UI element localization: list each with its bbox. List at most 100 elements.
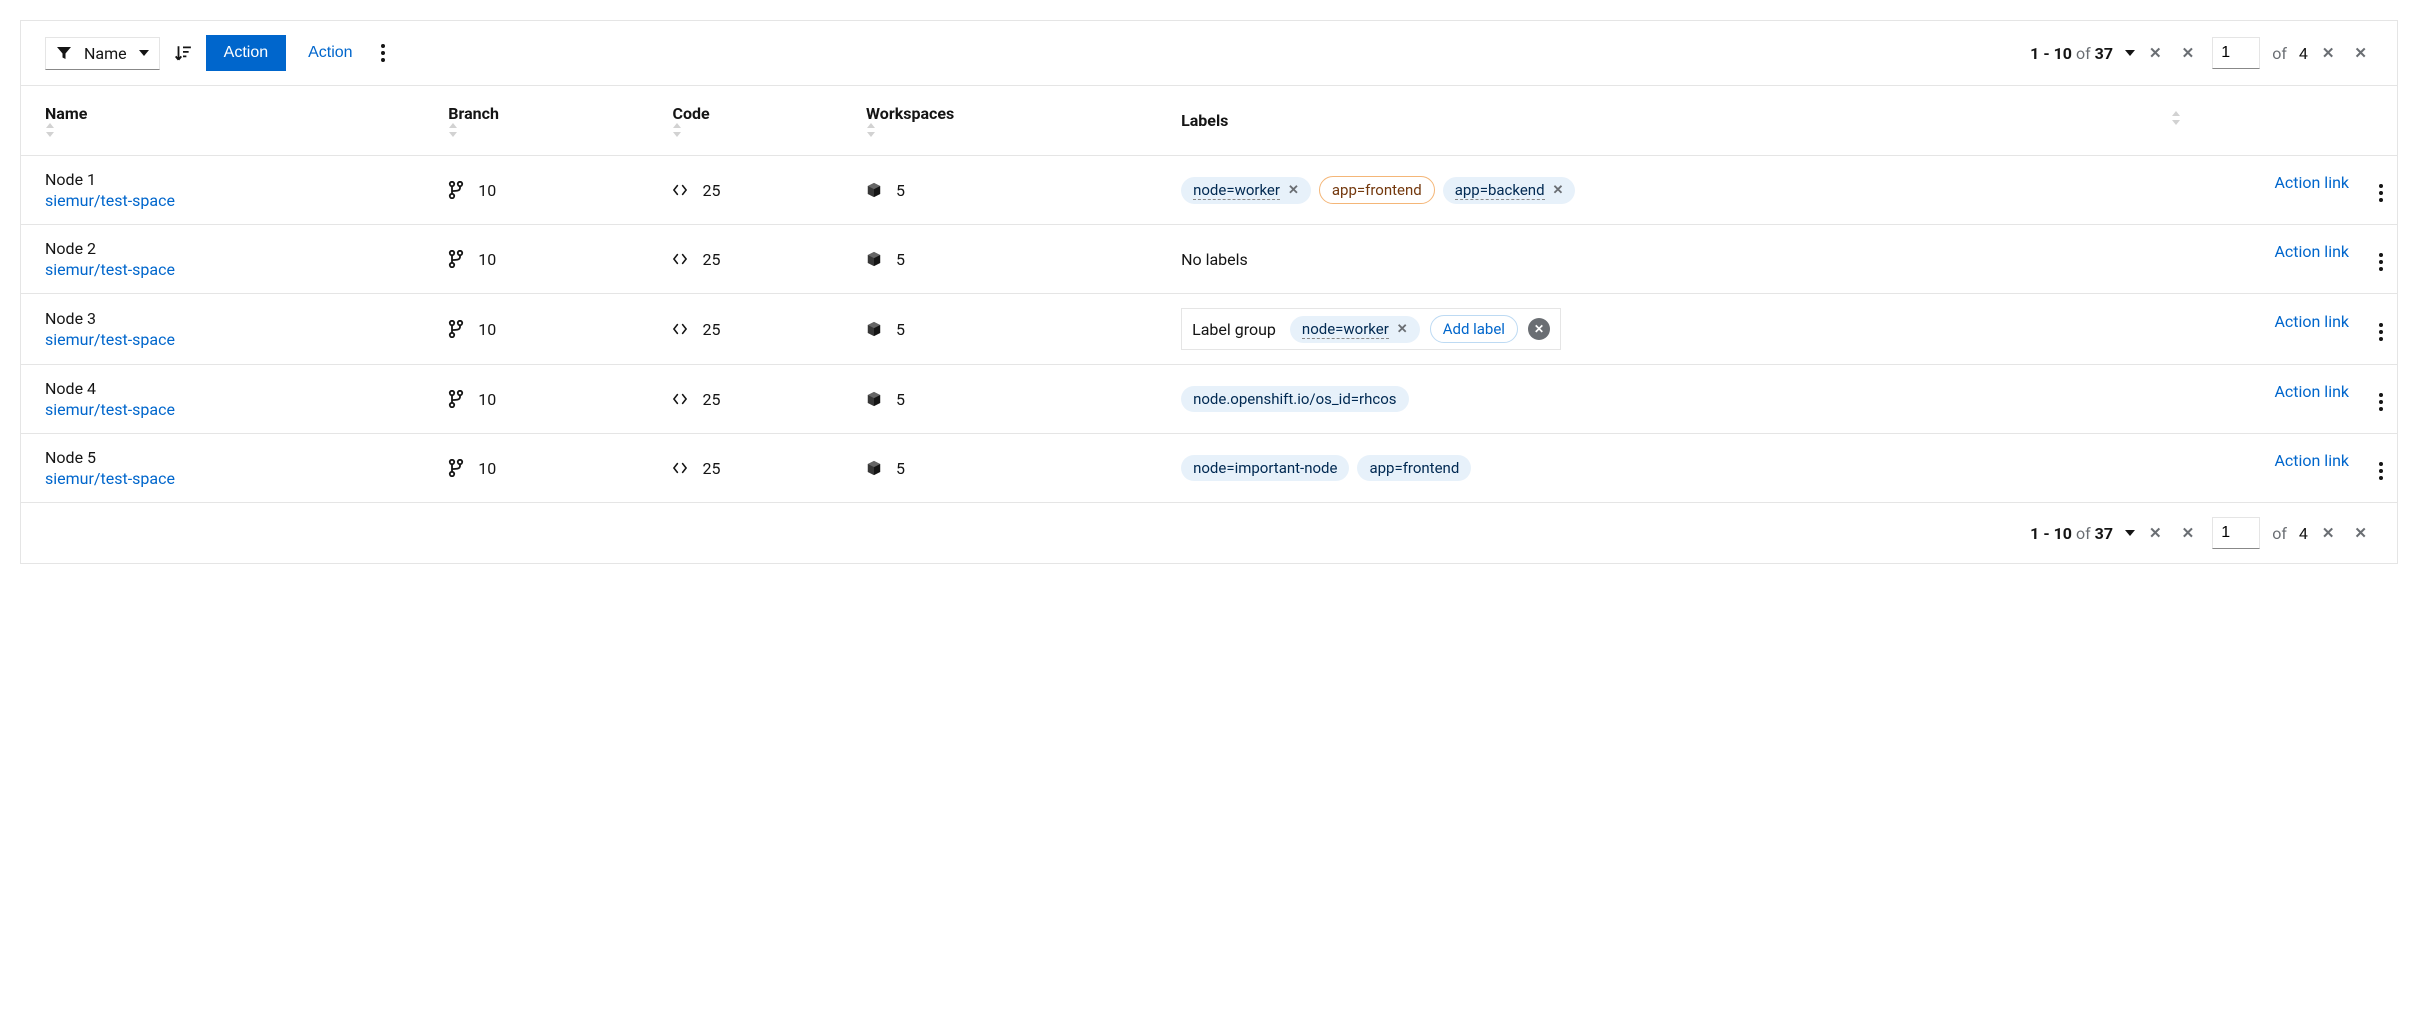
- sort-icon: [448, 123, 640, 137]
- node-space-link[interactable]: siemur/test-space: [45, 191, 175, 210]
- col-code[interactable]: Code: [656, 86, 850, 156]
- items-range-display[interactable]: 1 - 10 of 37: [2030, 524, 2135, 543]
- caret-down-icon: [2125, 50, 2135, 56]
- code-count: 25: [702, 250, 720, 269]
- total-pages-label: of 4: [2272, 44, 2308, 63]
- row-kebab-menu[interactable]: [2373, 178, 2389, 208]
- node-space-link[interactable]: siemur/test-space: [45, 400, 175, 419]
- row-kebab-menu[interactable]: [2373, 456, 2389, 486]
- filter-label: Name: [84, 44, 127, 63]
- chip-remove-icon[interactable]: ✕: [1288, 183, 1299, 198]
- label-chip[interactable]: node=important-node: [1181, 455, 1349, 481]
- labels-cell: node.openshift.io/os_id=rhcos: [1181, 386, 2181, 412]
- workspace-count: 5: [896, 459, 905, 478]
- labels-cell: node=important-node app=frontend: [1181, 455, 2181, 481]
- next-page-button[interactable]: ✕: [2316, 518, 2341, 548]
- row-kebab-menu[interactable]: [2373, 247, 2389, 277]
- cube-icon: [866, 390, 882, 408]
- table-row: Node 4 siemur/test-space 10 25 5 node.op…: [21, 365, 2397, 434]
- col-branch[interactable]: Branch: [432, 86, 656, 156]
- chip-remove-icon[interactable]: ✕: [1397, 322, 1408, 337]
- caret-down-icon: [2125, 530, 2135, 536]
- table-row: Node 1 siemur/test-space 10 25 5 node=wo…: [21, 156, 2397, 225]
- caret-down-icon: [139, 50, 149, 56]
- sort-button[interactable]: [168, 38, 198, 68]
- first-page-button[interactable]: ✕: [2143, 518, 2168, 548]
- toolbar-kebab-menu[interactable]: [375, 38, 391, 68]
- next-page-button[interactable]: ✕: [2316, 38, 2341, 68]
- table-row: Node 5 siemur/test-space 10 25 5 node=im…: [21, 434, 2397, 503]
- row-action-link[interactable]: Action link: [2274, 451, 2349, 470]
- code-icon: [672, 250, 688, 268]
- table-row: Node 3 siemur/test-space 10 25 5 Label g…: [21, 294, 2397, 365]
- cube-icon: [866, 181, 882, 199]
- toolbar: Name Action Action 1 - 10 of 37 ✕ ✕ of 4…: [21, 21, 2397, 86]
- label-chip[interactable]: app=frontend: [1357, 455, 1471, 481]
- cube-icon: [866, 459, 882, 477]
- sort-amount-icon: [174, 44, 192, 62]
- col-workspaces[interactable]: Workspaces: [850, 86, 1165, 156]
- labels-cell: No labels: [1181, 250, 2181, 269]
- label-chip[interactable]: node=worker✕: [1181, 177, 1311, 204]
- row-kebab-menu[interactable]: [2373, 387, 2389, 417]
- code-icon: [672, 390, 688, 408]
- prev-page-button[interactable]: ✕: [2176, 38, 2201, 68]
- label-chip[interactable]: Add label: [1430, 315, 1518, 343]
- last-page-button[interactable]: ✕: [2348, 38, 2373, 68]
- node-name: Node 4: [45, 379, 416, 398]
- sort-icon: [672, 123, 834, 137]
- branch-icon: [448, 459, 464, 477]
- node-space-link[interactable]: siemur/test-space: [45, 260, 175, 279]
- row-action-link[interactable]: Action link: [2274, 312, 2349, 331]
- page-number-input[interactable]: [2212, 37, 2260, 69]
- sort-icon: [45, 123, 416, 137]
- page-number-input[interactable]: [2212, 517, 2260, 549]
- items-range-display[interactable]: 1 - 10 of 37: [2030, 44, 2135, 63]
- branch-icon: [448, 250, 464, 268]
- label-chip[interactable]: app=backend✕: [1443, 177, 1576, 204]
- row-kebab-menu[interactable]: [2373, 317, 2389, 347]
- secondary-action-button[interactable]: Action: [294, 36, 366, 70]
- data-table-container: Name Action Action 1 - 10 of 37 ✕ ✕ of 4…: [20, 20, 2398, 564]
- clear-labels-button[interactable]: ✕: [1528, 318, 1550, 340]
- code-icon: [672, 459, 688, 477]
- total-pages-label: of 4: [2272, 524, 2308, 543]
- branch-count: 10: [478, 320, 496, 339]
- workspace-count: 5: [896, 181, 905, 200]
- sort-icon: [2171, 111, 2181, 125]
- label-chip[interactable]: node.openshift.io/os_id=rhcos: [1181, 386, 1408, 412]
- labels-cell: node=worker✕ app=frontend app=backend✕: [1181, 176, 2181, 204]
- code-icon: [672, 181, 688, 199]
- col-labels[interactable]: Labels: [1165, 86, 2197, 156]
- code-count: 25: [702, 390, 720, 409]
- cube-icon: [866, 320, 882, 338]
- first-page-button[interactable]: ✕: [2143, 38, 2168, 68]
- label-group: Label group node=worker✕ Add label ✕: [1181, 308, 1561, 350]
- workspace-count: 5: [896, 320, 905, 339]
- node-space-link[interactable]: siemur/test-space: [45, 330, 175, 349]
- branch-count: 10: [478, 390, 496, 409]
- primary-action-button[interactable]: Action: [206, 35, 286, 71]
- label-chip[interactable]: app=frontend: [1319, 176, 1435, 204]
- filter-icon: [56, 45, 72, 61]
- code-count: 25: [702, 459, 720, 478]
- branch-icon: [448, 320, 464, 338]
- row-action-link[interactable]: Action link: [2274, 242, 2349, 261]
- node-name: Node 5: [45, 448, 416, 467]
- branch-count: 10: [478, 181, 496, 200]
- chip-remove-icon[interactable]: ✕: [1553, 183, 1564, 198]
- last-page-button[interactable]: ✕: [2348, 518, 2373, 548]
- label-chip[interactable]: node=worker✕: [1290, 316, 1420, 343]
- branch-icon: [448, 390, 464, 408]
- prev-page-button[interactable]: ✕: [2176, 518, 2201, 548]
- node-name: Node 1: [45, 170, 416, 189]
- row-action-link[interactable]: Action link: [2274, 382, 2349, 401]
- node-space-link[interactable]: siemur/test-space: [45, 469, 175, 488]
- filter-attribute-select[interactable]: Name: [45, 37, 160, 70]
- branch-icon: [448, 181, 464, 199]
- branch-count: 10: [478, 250, 496, 269]
- row-action-link[interactable]: Action link: [2274, 173, 2349, 192]
- col-name[interactable]: Name: [21, 86, 432, 156]
- code-count: 25: [702, 320, 720, 339]
- node-name: Node 2: [45, 239, 416, 258]
